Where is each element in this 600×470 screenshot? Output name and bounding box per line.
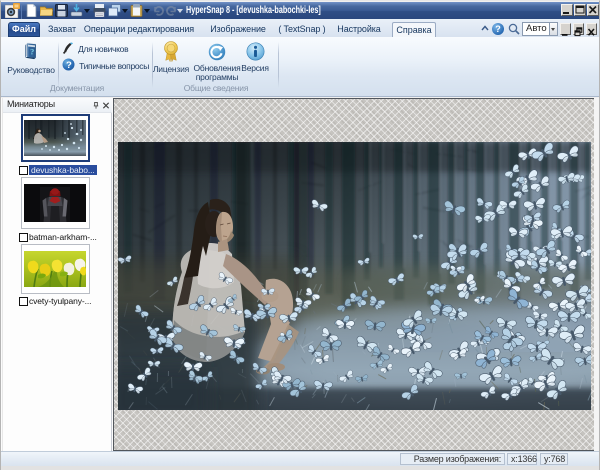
- svg-text:?: ?: [30, 47, 34, 56]
- svg-text:?: ?: [66, 60, 72, 71]
